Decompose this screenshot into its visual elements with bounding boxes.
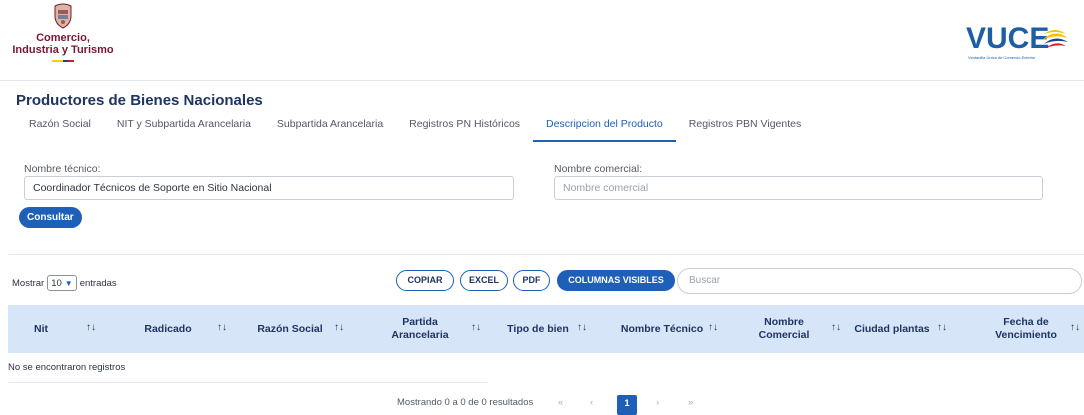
tab-registros-pbn-vigentes[interactable]: Registros PBN Vigentes [676, 114, 814, 140]
entries-select-value: 10 [51, 277, 62, 289]
nombre-comercial-input[interactable]: Nombre comercial [554, 176, 1043, 200]
column-header-tipo-de-bien[interactable]: Tipo de bien [500, 305, 576, 353]
column-header-label: Nit [34, 322, 48, 335]
tab-nit-subpartida[interactable]: NIT y Subpartida Arancelaria [104, 114, 264, 140]
table-header: Nit ↑↓ Radicado ↑↓ Razón Social ↑↓ Parti… [8, 305, 1084, 353]
entradas-label: entradas [79, 277, 117, 289]
page-header: Comercio, Industria y Turismo VUCE Venta… [0, 0, 1084, 81]
column-header-nombre-tecnico[interactable]: Nombre Técnico [616, 305, 708, 353]
entries-select[interactable]: 10 ▼ [47, 275, 77, 291]
nombre-tecnico-label: Nombre técnico: [24, 163, 101, 175]
column-header-nit[interactable]: Nit [8, 305, 74, 353]
copiar-button[interactable]: COPIAR [396, 270, 454, 291]
tab-razon-social[interactable]: Razón Social [16, 114, 104, 140]
search-input[interactable]: Buscar [677, 268, 1082, 294]
vuce-logo-text: VUCE [966, 22, 1050, 55]
column-header-label: Razón Social [257, 322, 323, 335]
pdf-button[interactable]: PDF [513, 270, 550, 291]
sort-arrows-icon[interactable]: ↑↓ [937, 322, 947, 333]
vuce-logo[interactable]: VUCE Ventanilla Única de Comercio Exteri… [966, 20, 1074, 66]
logo-line-2: Industria y Turismo [12, 44, 114, 56]
excel-button[interactable]: EXCEL [460, 270, 508, 291]
pagination-summary: Mostrando 0 a 0 de 0 resultados [397, 397, 534, 408]
page-title: Productores de Bienes Nacionales [16, 92, 263, 109]
vuce-swoosh-icon [1042, 30, 1068, 48]
empty-table-message: No se encontraron registros [8, 362, 126, 373]
column-header-ciudad-plantas[interactable]: Ciudad plantas [848, 305, 936, 353]
column-header-label: Nombre Técnico [620, 322, 704, 335]
sort-arrows-icon[interactable]: ↑↓ [831, 322, 841, 333]
nombre-comercial-label: Nombre comercial: [554, 163, 643, 175]
tab-subpartida-arancelaria[interactable]: Subpartida Arancelaria [264, 114, 396, 140]
row-divider [8, 382, 488, 383]
column-header-fecha-vencimiento[interactable]: Fecha de Vencimiento [990, 305, 1062, 353]
page-length-control: Mostrar 10 ▼ entradas [12, 275, 117, 291]
column-header-nombre-comercial[interactable]: Nombre Comercial [746, 305, 822, 353]
tab-bar: Razón Social NIT y Subpartida Arancelari… [16, 114, 814, 142]
tab-descripcion-producto[interactable]: Descripcion del Producto [533, 114, 676, 142]
page-button-current[interactable]: 1 [617, 395, 637, 415]
columnas-visibles-button[interactable]: COLUMNAS VISIBLES [557, 270, 675, 291]
column-header-label: Fecha de Vencimiento [995, 316, 1057, 341]
consultar-button[interactable]: Consultar [19, 207, 82, 228]
column-header-label: Tipo de bien [507, 322, 569, 335]
sort-arrows-icon[interactable]: ↑↓ [577, 322, 587, 333]
column-header-label: Partida Arancelaria [391, 316, 449, 341]
nombre-tecnico-input[interactable]: Coordinador Técnicos de Soporte en Sitio… [24, 176, 514, 200]
column-header-partida-arancelaria[interactable]: Partida Arancelaria [382, 305, 458, 353]
sort-arrows-icon[interactable]: ↑↓ [334, 322, 344, 333]
sort-arrows-icon[interactable]: ↑↓ [708, 322, 718, 333]
vuce-logo-subtext: Ventanilla Única de Comercio Exterior [968, 55, 1036, 60]
prev-page-button[interactable]: ‹ [590, 397, 593, 408]
ministry-logo[interactable]: Comercio, Industria y Turismo [8, 2, 118, 78]
sort-arrows-icon[interactable]: ↑↓ [217, 322, 227, 333]
sort-arrows-icon[interactable]: ↑↓ [471, 322, 481, 333]
column-header-label: Ciudad plantas [854, 322, 930, 335]
tab-registros-pn-historicos[interactable]: Registros PN Históricos [396, 114, 533, 140]
last-page-button[interactable]: » [688, 397, 693, 408]
mostrar-label: Mostrar [12, 277, 45, 289]
column-header-label: Radicado [144, 322, 192, 335]
column-header-radicado[interactable]: Radicado [130, 305, 206, 353]
sort-arrows-icon[interactable]: ↑↓ [86, 322, 96, 333]
next-page-button[interactable]: › [656, 397, 659, 408]
flag-bar [52, 60, 74, 62]
column-header-razon-social[interactable]: Razón Social [250, 305, 330, 353]
logo-line-1: Comercio, [36, 32, 90, 44]
section-divider [8, 254, 1084, 255]
column-header-label: Nombre Comercial [758, 316, 810, 341]
chevron-down-icon: ▼ [64, 278, 73, 288]
coat-of-arms-icon [54, 3, 72, 29]
sort-arrows-icon[interactable]: ↑↓ [1070, 322, 1080, 333]
first-page-button[interactable]: « [558, 397, 563, 408]
